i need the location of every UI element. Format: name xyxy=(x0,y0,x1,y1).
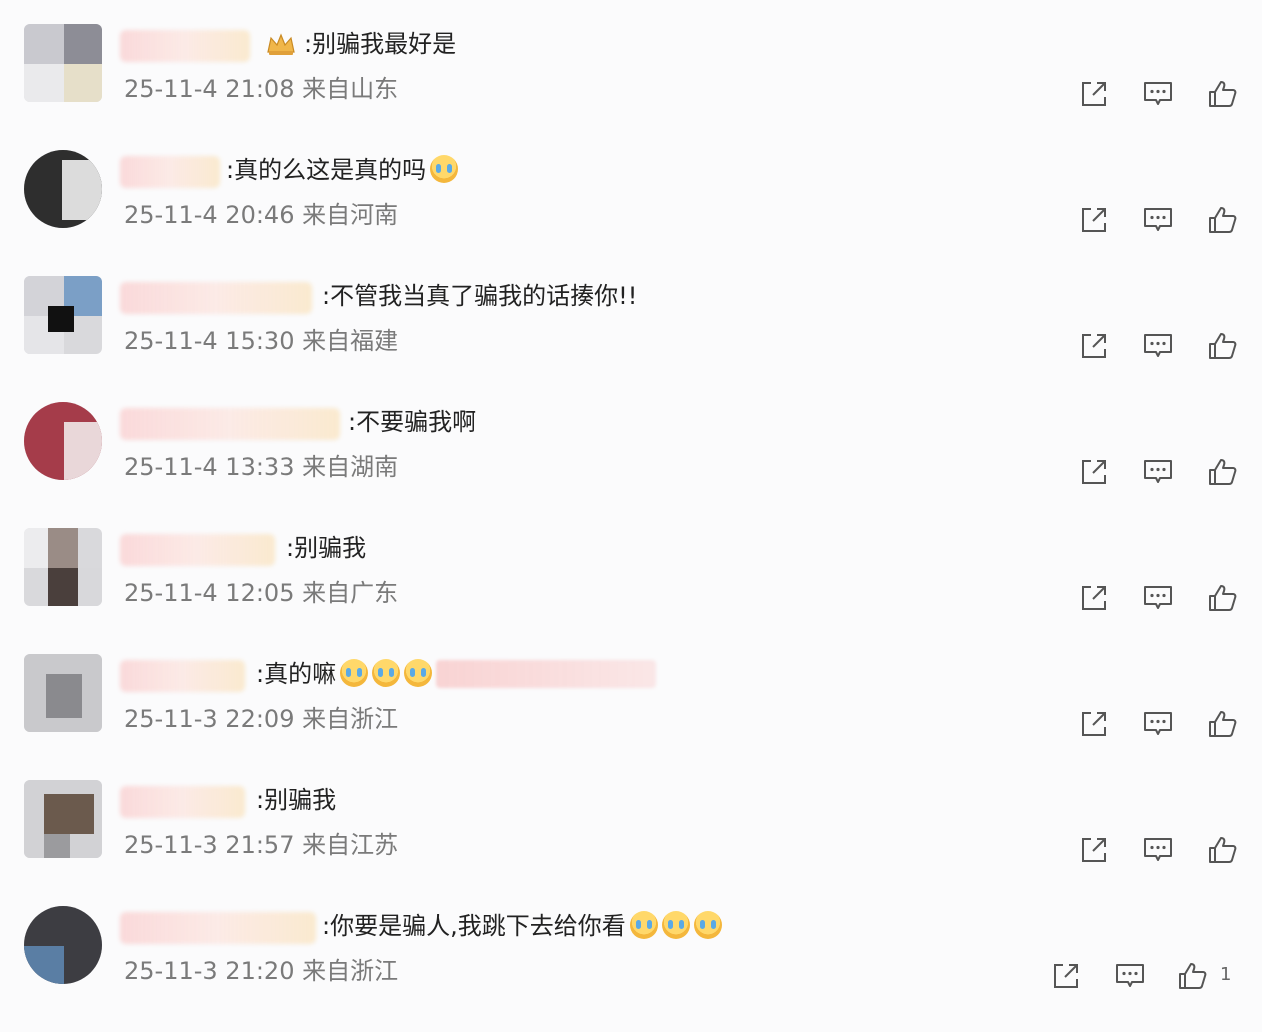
share-icon[interactable] xyxy=(1078,330,1110,362)
thumbs-up-icon[interactable] xyxy=(1206,330,1238,362)
like-count: 1 xyxy=(1220,964,1232,985)
share-icon[interactable] xyxy=(1078,204,1110,236)
comment-icon[interactable] xyxy=(1114,960,1146,992)
crying-face-emoji xyxy=(661,911,690,939)
comment-text: :别骗我 xyxy=(256,786,337,814)
comment-text-row: :真的嘛 xyxy=(256,656,657,692)
avatar[interactable] xyxy=(24,528,102,606)
username-redacted[interactable] xyxy=(120,534,275,566)
comment-text: :不管我当真了骗我的话揍你!! xyxy=(322,282,638,310)
comment-item: :真的嘛 25-11-3 22:09 来自浙江 xyxy=(0,654,1262,780)
comment-text-row: :别骗我 xyxy=(256,782,336,818)
comment-meta: 25-11-4 15:30 来自福建 xyxy=(124,327,399,355)
comment-text-row: :你要是骗人,我跳下去给你看 xyxy=(322,908,722,944)
comment-meta: 25-11-4 21:08 来自山东 xyxy=(124,75,399,103)
comment-meta: 25-11-3 22:09 来自浙江 xyxy=(124,705,399,733)
username-redacted[interactable] xyxy=(120,156,220,188)
thumbs-up-icon[interactable] xyxy=(1206,78,1238,110)
username-redacted[interactable] xyxy=(120,30,250,62)
crying-face-emoji xyxy=(693,911,722,939)
mention-redacted[interactable] xyxy=(436,660,657,688)
comment-text: :真的么这是真的吗 xyxy=(226,156,427,184)
comment-text-row: :不管我当真了骗我的话揍你!! xyxy=(322,278,637,314)
comment-meta: 25-11-3 21:20 来自浙江 xyxy=(124,957,399,985)
crying-face-emoji xyxy=(404,659,433,687)
crying-face-emoji xyxy=(430,155,459,183)
username-redacted[interactable] xyxy=(120,660,245,692)
thumbs-up-icon[interactable] xyxy=(1206,834,1238,866)
comment-text-row: :别骗我最好是 xyxy=(250,26,456,62)
comment-item: :别骗我 25-11-4 12:05 来自广东 xyxy=(0,528,1262,654)
username-redacted[interactable] xyxy=(120,786,245,818)
share-icon[interactable] xyxy=(1078,582,1110,614)
username-redacted[interactable] xyxy=(120,408,340,440)
comment-text: :真的嘛 xyxy=(256,660,337,688)
comment-meta: 25-11-3 21:57 来自江苏 xyxy=(124,831,399,859)
comment-icon[interactable] xyxy=(1142,330,1174,362)
comment-icon[interactable] xyxy=(1142,834,1174,866)
comment-icon[interactable] xyxy=(1142,204,1174,236)
thumbs-up-icon[interactable] xyxy=(1206,582,1238,614)
thumbs-up-icon[interactable] xyxy=(1206,708,1238,740)
crying-face-emoji xyxy=(629,911,658,939)
share-icon[interactable] xyxy=(1050,960,1082,992)
comment-text: :不要骗我啊 xyxy=(348,408,477,436)
crying-face-emoji xyxy=(372,659,401,687)
comment-item: :不管我当真了骗我的话揍你!! 25-11-4 15:30 来自福建 xyxy=(0,276,1262,402)
comment-item: :别骗我最好是 25-11-4 21:08 来自山东 xyxy=(0,24,1262,150)
thumbs-up-icon[interactable] xyxy=(1176,960,1208,992)
crown-icon xyxy=(266,30,296,55)
share-icon[interactable] xyxy=(1078,834,1110,866)
avatar[interactable] xyxy=(24,24,102,102)
username-redacted[interactable] xyxy=(120,282,312,314)
username-redacted[interactable] xyxy=(120,912,316,944)
crying-face-emoji xyxy=(340,659,369,687)
comment-meta: 25-11-4 12:05 来自广东 xyxy=(124,579,399,607)
avatar[interactable] xyxy=(24,906,102,984)
thumbs-up-icon[interactable] xyxy=(1206,204,1238,236)
comment-item: :别骗我 25-11-3 21:57 来自江苏 xyxy=(0,780,1262,906)
comment-text-row: :别骗我 xyxy=(286,530,366,566)
avatar[interactable] xyxy=(24,150,102,228)
share-icon[interactable] xyxy=(1078,708,1110,740)
comment-icon[interactable] xyxy=(1142,708,1174,740)
thumbs-up-icon[interactable] xyxy=(1206,456,1238,488)
comment-text: :你要是骗人,我跳下去给你看 xyxy=(322,912,626,940)
avatar[interactable] xyxy=(24,780,102,858)
avatar[interactable] xyxy=(24,402,102,480)
comment-text: :别骗我 xyxy=(286,534,367,562)
avatar[interactable] xyxy=(24,654,102,732)
comment-icon[interactable] xyxy=(1142,456,1174,488)
share-icon[interactable] xyxy=(1078,78,1110,110)
share-icon[interactable] xyxy=(1078,456,1110,488)
avatar[interactable] xyxy=(24,276,102,354)
comment-meta: 25-11-4 20:46 来自河南 xyxy=(124,201,399,229)
comment-text-row: :真的么这是真的吗 xyxy=(226,152,459,188)
comment-icon[interactable] xyxy=(1142,78,1174,110)
comment-item: :不要骗我啊 25-11-4 13:33 来自湖南 xyxy=(0,402,1262,528)
comment-text: :别骗我最好是 xyxy=(304,30,457,58)
comment-item: :真的么这是真的吗 25-11-4 20:46 来自河南 xyxy=(0,150,1262,276)
comment-text-row: :不要骗我啊 xyxy=(348,404,476,440)
comment-icon[interactable] xyxy=(1142,582,1174,614)
comment-meta: 25-11-4 13:33 来自湖南 xyxy=(124,453,399,481)
